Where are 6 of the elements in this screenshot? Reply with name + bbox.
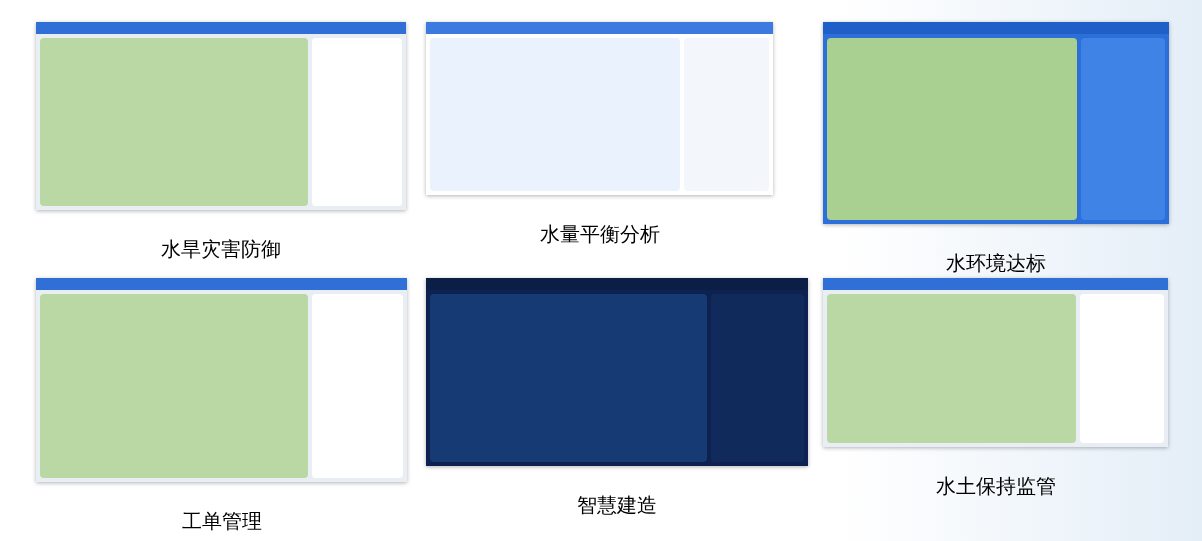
caption: 水旱灾害防御 [161, 237, 281, 262]
caption: 水量平衡分析 [539, 222, 660, 247]
caption: 水土保持监管 [935, 474, 1056, 499]
caption: 水环境达标 [946, 251, 1046, 276]
caption: 工单管理 [181, 509, 262, 534]
caption: 智慧建造 [577, 493, 657, 518]
